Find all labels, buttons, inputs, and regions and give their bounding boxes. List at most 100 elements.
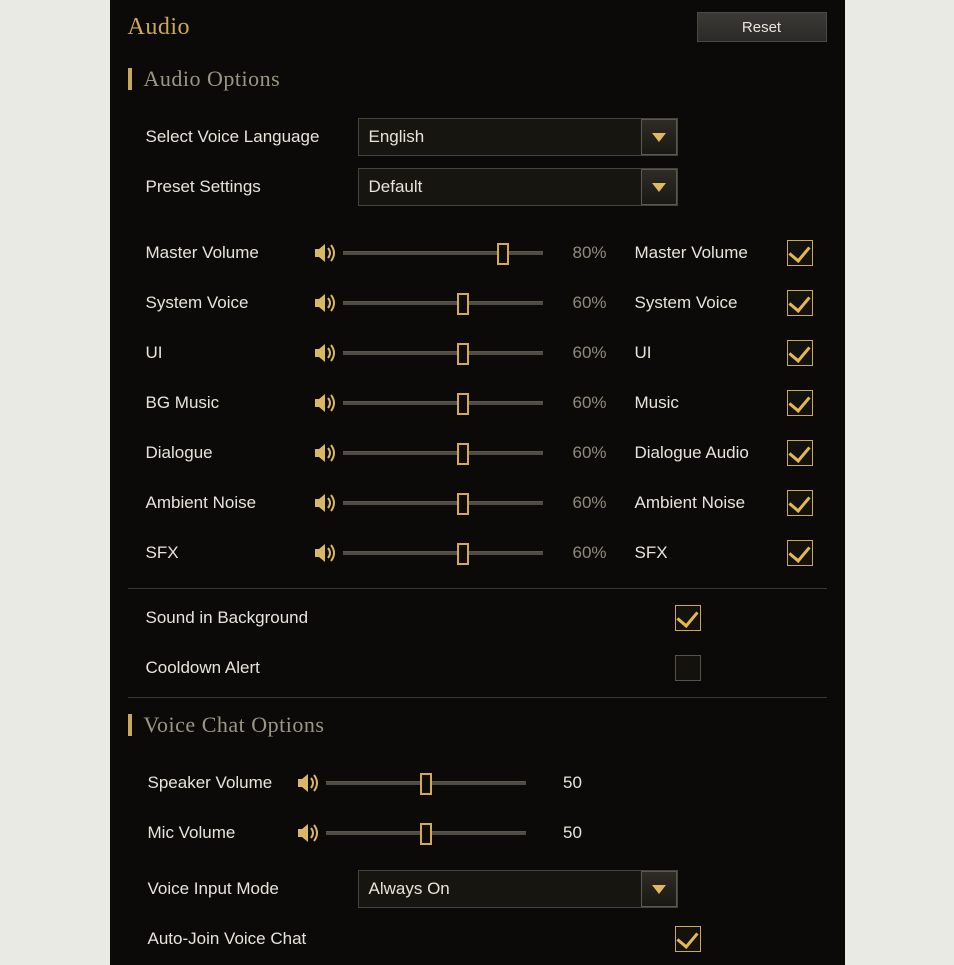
value-volume-pct: 60% (555, 493, 625, 513)
label-volume-enable: SFX (625, 543, 785, 563)
label-volume-enable: System Voice (625, 293, 785, 313)
row-volume-2: UI60%UI (128, 328, 827, 378)
label-voice-language: Select Voice Language (128, 127, 358, 147)
value-speaker-volume: 50 (538, 773, 608, 793)
label-speaker-volume: Speaker Volume (128, 773, 296, 793)
chevron-down-icon (652, 133, 666, 142)
row-volume-5: Ambient Noise60%Ambient Noise (128, 478, 827, 528)
row-preset-settings: Preset Settings Default (128, 162, 827, 212)
dropdown-voice-language[interactable]: English (358, 118, 678, 156)
slider-speaker-volume[interactable] (326, 773, 526, 793)
slider-volume[interactable] (343, 293, 543, 313)
label-volume-enable: Ambient Noise (625, 493, 785, 513)
row-volume-1: System Voice60%System Voice (128, 278, 827, 328)
label-volume: Dialogue (128, 443, 313, 463)
section-accent-bar (128, 714, 132, 736)
row-voice-input-mode: Voice Input Mode Always On (128, 864, 827, 914)
row-sound-in-background: Sound in Background (128, 593, 827, 643)
label-volume-enable: Master Volume (625, 243, 785, 263)
checkbox-auto-join[interactable] (675, 926, 701, 952)
dropdown-arrow-box (641, 169, 677, 205)
slider-thumb[interactable] (420, 773, 432, 795)
section-title-voice-chat: Voice Chat Options (144, 712, 325, 738)
value-volume-pct: 60% (555, 343, 625, 363)
slider-volume[interactable] (343, 343, 543, 363)
divider (128, 697, 827, 698)
slider-thumb[interactable] (457, 493, 469, 515)
row-volume-3: BG Music 60%Music (128, 378, 827, 428)
slider-thumb[interactable] (457, 443, 469, 465)
dropdown-preset-settings[interactable]: Default (358, 168, 678, 206)
slider-volume[interactable] (343, 543, 543, 563)
row-volume-6: SFX60%SFX (128, 528, 827, 578)
section-title-audio-options: Audio Options (144, 66, 281, 92)
speaker-icon (313, 243, 343, 263)
dropdown-preset-value: Default (359, 177, 641, 197)
slider-mic-volume[interactable] (326, 823, 526, 843)
dropdown-arrow-box (641, 871, 677, 907)
speaker-icon (296, 773, 326, 793)
checkbox-volume-enable[interactable] (787, 390, 813, 416)
slider-thumb[interactable] (457, 393, 469, 415)
checkbox-volume-enable[interactable] (787, 290, 813, 316)
value-mic-volume: 50 (538, 823, 608, 843)
divider (128, 588, 827, 589)
label-cooldown: Cooldown Alert (128, 658, 578, 678)
settings-window: Audio Reset Audio Options Select Voice L… (0, 0, 954, 965)
slider-volume[interactable] (343, 493, 543, 513)
value-volume-pct: 60% (555, 293, 625, 313)
dropdown-voice-input-mode[interactable]: Always On (358, 870, 678, 908)
slider-volume[interactable] (343, 393, 543, 413)
speaker-icon (313, 343, 343, 363)
slider-volume[interactable] (343, 443, 543, 463)
speaker-icon (313, 493, 343, 513)
chevron-down-icon (652, 885, 666, 894)
checkbox-volume-enable[interactable] (787, 490, 813, 516)
checkbox-volume-enable[interactable] (787, 340, 813, 366)
label-preset-settings: Preset Settings (128, 177, 358, 197)
label-volume: System Voice (128, 293, 313, 313)
value-volume-pct: 80% (555, 243, 625, 263)
row-speaker-volume: Speaker Volume 50 (128, 758, 827, 808)
label-volume-enable: UI (625, 343, 785, 363)
checkbox-volume-enable[interactable] (787, 440, 813, 466)
volume-sliders-group: Master Volume80%Master VolumeSystem Voic… (128, 228, 827, 578)
label-volume: UI (128, 343, 313, 363)
slider-volume[interactable] (343, 243, 543, 263)
value-volume-pct: 60% (555, 543, 625, 563)
label-auto-join: Auto-Join Voice Chat (128, 929, 578, 949)
label-voice-input-mode: Voice Input Mode (128, 879, 358, 899)
checkbox-cooldown[interactable] (675, 655, 701, 681)
checkbox-volume-enable[interactable] (787, 240, 813, 266)
label-volume: Ambient Noise (128, 493, 313, 513)
slider-thumb[interactable] (457, 293, 469, 315)
dropdown-voice-input-value: Always On (359, 879, 641, 899)
section-accent-bar (128, 68, 132, 90)
dropdown-arrow-box (641, 119, 677, 155)
slider-thumb[interactable] (420, 823, 432, 845)
row-volume-4: Dialogue60%Dialogue Audio (128, 428, 827, 478)
speaker-icon (313, 443, 343, 463)
row-auto-join: Auto-Join Voice Chat (128, 914, 827, 964)
chevron-down-icon (652, 183, 666, 192)
row-cooldown-alert: Cooldown Alert (128, 643, 827, 693)
value-volume-pct: 60% (555, 393, 625, 413)
slider-thumb[interactable] (497, 243, 509, 265)
label-mic-volume: Mic Volume (128, 823, 296, 843)
slider-thumb[interactable] (457, 343, 469, 365)
label-volume-enable: Music (625, 393, 785, 413)
label-volume: BG Music (128, 393, 313, 413)
speaker-icon (313, 293, 343, 313)
row-volume-0: Master Volume80%Master Volume (128, 228, 827, 278)
reset-button[interactable]: Reset (697, 12, 827, 42)
audio-settings-panel: Audio Reset Audio Options Select Voice L… (110, 0, 845, 965)
checkbox-sound-in-bg[interactable] (675, 605, 701, 631)
section-audio-options-header: Audio Options (128, 66, 827, 92)
checkbox-volume-enable[interactable] (787, 540, 813, 566)
speaker-icon (296, 823, 326, 843)
slider-thumb[interactable] (457, 543, 469, 565)
label-volume-enable: Dialogue Audio (625, 443, 785, 463)
speaker-icon (313, 543, 343, 563)
section-voice-chat-header: Voice Chat Options (128, 712, 827, 738)
row-mic-volume: Mic Volume 50 (128, 808, 827, 858)
